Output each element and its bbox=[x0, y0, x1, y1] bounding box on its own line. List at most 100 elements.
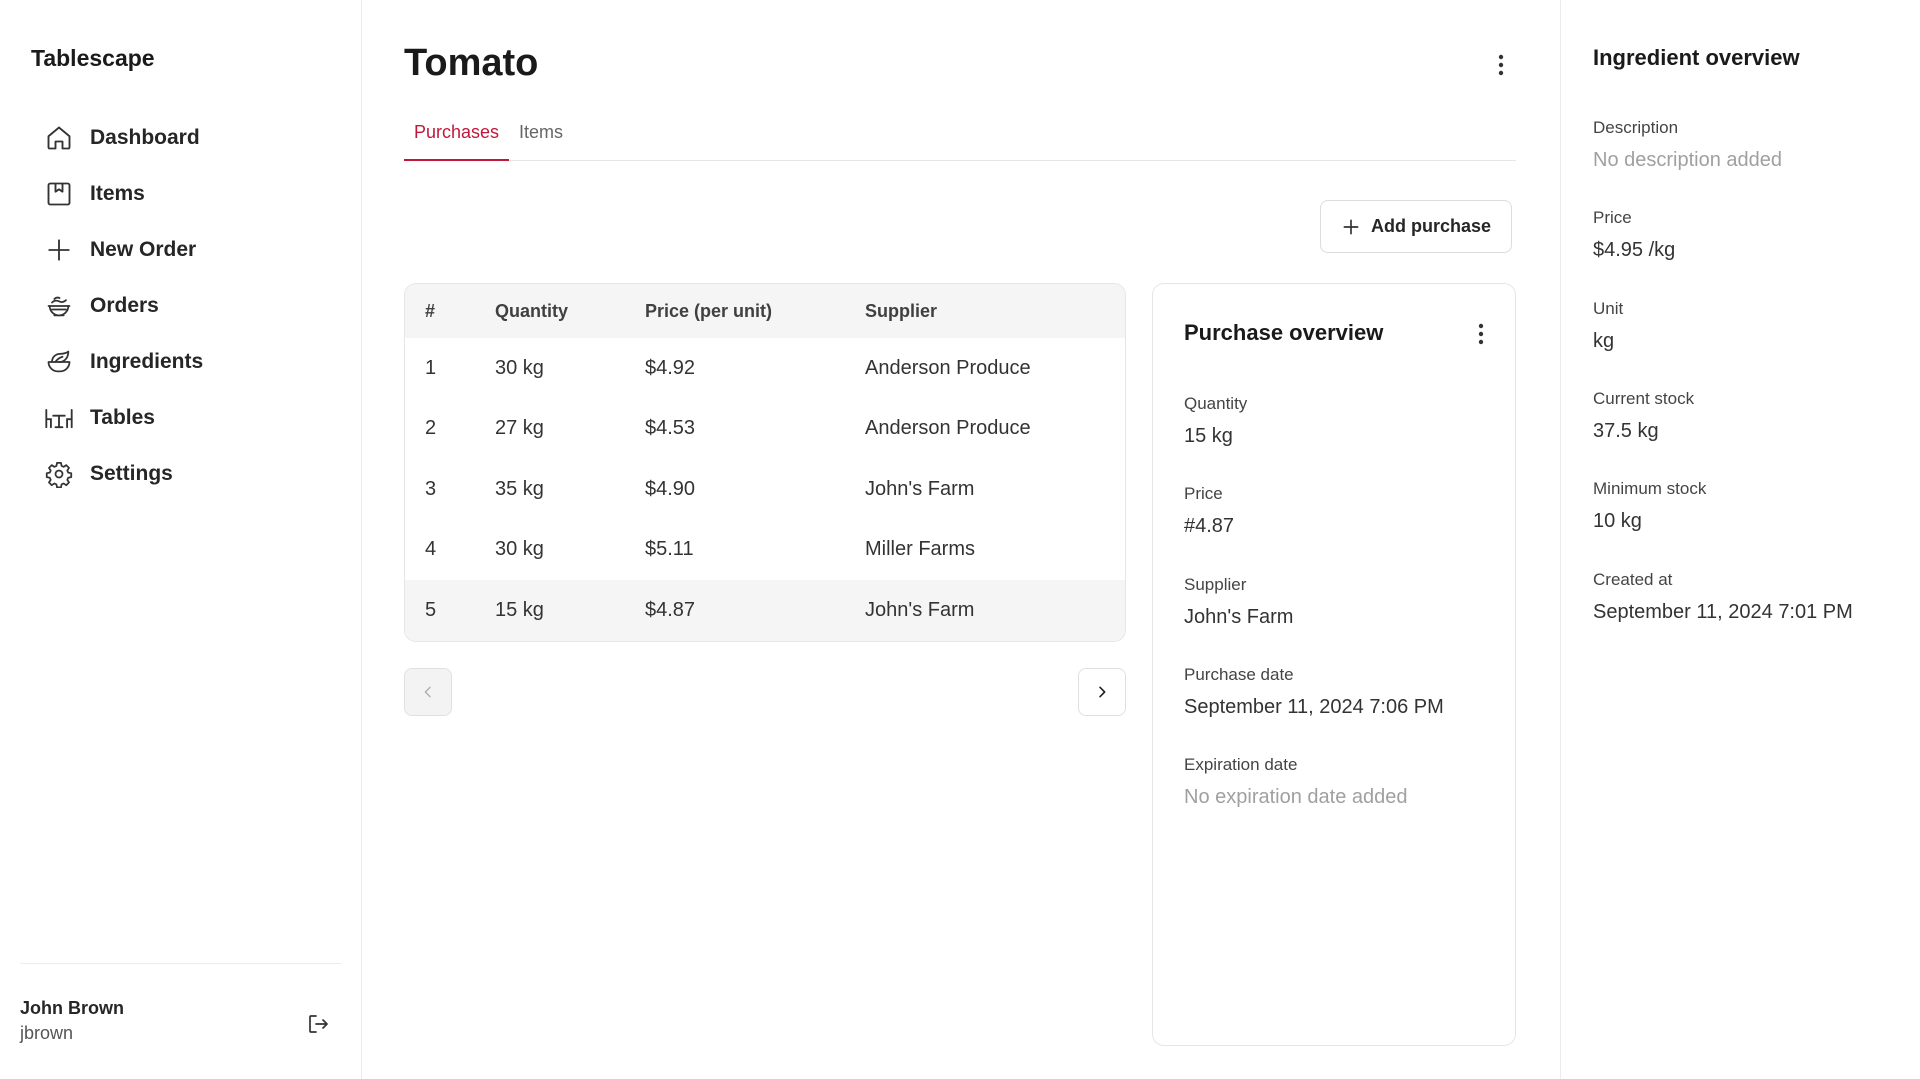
sidebar-item-label: New Order bbox=[90, 238, 197, 261]
table-row[interactable]: 4 30 kg $5.11 Miller Farms bbox=[405, 520, 1125, 581]
sidebar-item-tables[interactable]: Tables bbox=[44, 390, 344, 446]
field-label: Quantity bbox=[1184, 394, 1248, 413]
user-name: John Brown bbox=[20, 998, 124, 1018]
field-label: Purchase date bbox=[1184, 665, 1294, 684]
add-purchase-button[interactable]: Add purchase bbox=[1320, 200, 1512, 253]
previous-page-button[interactable] bbox=[404, 668, 452, 716]
sidebar-item-dashboard[interactable]: Dashboard bbox=[44, 110, 344, 166]
more-options-button[interactable] bbox=[1486, 50, 1516, 80]
cell-quantity: 30 kg bbox=[495, 538, 544, 561]
cell-quantity: 30 kg bbox=[495, 356, 544, 379]
page-title: Tomato bbox=[404, 42, 539, 84]
column-header-number: # bbox=[425, 300, 436, 321]
cell-price: $4.92 bbox=[645, 356, 696, 379]
cell-number: 1 bbox=[425, 356, 437, 379]
field-value: 15 kg bbox=[1184, 425, 1233, 447]
field-value: No description added bbox=[1593, 149, 1783, 171]
sidebar-item-label: Settings bbox=[90, 462, 173, 485]
more-vertical-icon bbox=[1498, 54, 1504, 76]
cell-quantity: 15 kg bbox=[495, 598, 544, 621]
plus-icon bbox=[1341, 217, 1361, 237]
home-icon bbox=[44, 123, 74, 153]
cell-supplier: Anderson Produce bbox=[865, 417, 1031, 440]
cell-price: $5.11 bbox=[645, 538, 694, 561]
field-value: #4.87 bbox=[1184, 515, 1235, 537]
purchase-date-field: Purchase date September 11, 2024 7:06 PM bbox=[1184, 665, 1444, 719]
sidebar-item-settings[interactable]: Settings bbox=[44, 446, 344, 502]
cell-number: 4 bbox=[425, 538, 437, 561]
sidebar-item-label: Ingredients bbox=[90, 350, 204, 373]
table-row[interactable]: 1 30 kg $4.92 Anderson Produce bbox=[405, 338, 1125, 399]
field-value: kg bbox=[1593, 330, 1615, 352]
cell-supplier: John's Farm bbox=[865, 598, 975, 621]
user-section: John Brown jbrown bbox=[20, 963, 341, 1043]
expiration-date-field: Expiration date No expiration date added bbox=[1184, 755, 1408, 809]
price-field: Price $4.95 /kg bbox=[1593, 208, 1675, 262]
table-header-row: # Quantity Price (per unit) Supplier bbox=[405, 284, 1125, 338]
bookmark-square-icon bbox=[44, 179, 74, 209]
field-label: Current stock bbox=[1593, 389, 1695, 408]
leaf-bowl-icon bbox=[44, 347, 74, 377]
cell-number: 3 bbox=[425, 477, 437, 500]
more-vertical-icon bbox=[1478, 323, 1484, 345]
sidebar-item-new-order[interactable]: New Order bbox=[44, 222, 344, 278]
sidebar: Tablescape Dashboard Items New Order Ord… bbox=[0, 0, 362, 1079]
tab-purchases[interactable]: Purchases bbox=[404, 115, 510, 161]
field-label: Price bbox=[1593, 208, 1632, 227]
sidebar-item-label: Tables bbox=[90, 406, 155, 429]
field-value: 10 kg bbox=[1593, 510, 1642, 532]
gear-icon bbox=[44, 459, 74, 489]
tab-bar: Purchases Items bbox=[404, 115, 1516, 161]
sidebar-item-ingredients[interactable]: Ingredients bbox=[44, 334, 344, 390]
ingredient-overview-panel: Ingredient overview Description No descr… bbox=[1560, 0, 1920, 1079]
field-value: September 11, 2024 7:06 PM bbox=[1184, 696, 1444, 718]
sidebar-item-label: Dashboard bbox=[90, 126, 200, 149]
field-value: 37.5 kg bbox=[1593, 420, 1659, 442]
sidebar-item-orders[interactable]: Orders bbox=[44, 278, 344, 334]
cell-number: 5 bbox=[425, 598, 437, 621]
table-row-selected[interactable]: 5 15 kg $4.87 John's Farm bbox=[405, 580, 1125, 641]
field-value: John's Farm bbox=[1184, 606, 1294, 628]
sidebar-item-label: Items bbox=[90, 182, 145, 205]
field-label: Description bbox=[1593, 118, 1679, 137]
field-value: No expiration date added bbox=[1184, 786, 1408, 808]
logout-button[interactable] bbox=[295, 1001, 341, 1047]
cell-number: 2 bbox=[425, 417, 437, 440]
user-handle: jbrown bbox=[20, 1023, 74, 1043]
field-label: Expiration date bbox=[1184, 755, 1298, 774]
sidebar-nav: Dashboard Items New Order Orders Ingredi… bbox=[44, 110, 344, 502]
ingredient-overview-title: Ingredient overview bbox=[1593, 45, 1800, 70]
chevron-left-icon bbox=[420, 684, 436, 700]
purchase-options-button[interactable] bbox=[1468, 319, 1494, 349]
purchase-overview-title: Purchase overview bbox=[1184, 320, 1384, 345]
cell-supplier: John's Farm bbox=[865, 477, 975, 500]
plus-icon bbox=[44, 235, 74, 265]
field-label: Minimum stock bbox=[1593, 479, 1707, 498]
sidebar-item-label: Orders bbox=[90, 294, 159, 317]
unit-field: Unit kg bbox=[1593, 299, 1623, 353]
main-content: Tomato Purchases Items Add purchase # Qu… bbox=[362, 0, 1560, 1079]
purchase-overview-card: Purchase overview Quantity 15 kg Price #… bbox=[1152, 283, 1516, 1046]
sidebar-item-items[interactable]: Items bbox=[44, 166, 344, 222]
next-page-button[interactable] bbox=[1078, 668, 1126, 716]
bowl-icon bbox=[44, 291, 74, 321]
table-row[interactable]: 2 27 kg $4.53 Anderson Produce bbox=[405, 399, 1125, 460]
field-label: Supplier bbox=[1184, 575, 1247, 594]
cell-quantity: 27 kg bbox=[495, 417, 544, 440]
cell-supplier: Anderson Produce bbox=[865, 356, 1031, 379]
column-header-price: Price (per unit) bbox=[645, 300, 773, 321]
logout-icon bbox=[306, 1012, 330, 1036]
tab-items[interactable]: Items bbox=[509, 115, 573, 161]
description-field: Description No description added bbox=[1593, 118, 1782, 172]
table-row[interactable]: 3 35 kg $4.90 John's Farm bbox=[405, 459, 1125, 520]
purchases-table: # Quantity Price (per unit) Supplier 1 3… bbox=[404, 283, 1126, 642]
field-value: $4.95 /kg bbox=[1593, 239, 1676, 261]
field-label: Price bbox=[1184, 484, 1223, 503]
chevron-right-icon bbox=[1094, 684, 1110, 700]
cell-quantity: 35 kg bbox=[495, 477, 544, 500]
add-purchase-label: Add purchase bbox=[1370, 216, 1492, 236]
field-label: Unit bbox=[1593, 299, 1624, 318]
purchase-quantity-field: Quantity 15 kg bbox=[1184, 394, 1247, 448]
purchase-price-field: Price #4.87 bbox=[1184, 484, 1234, 538]
brand-name: Tablescape bbox=[31, 45, 155, 71]
